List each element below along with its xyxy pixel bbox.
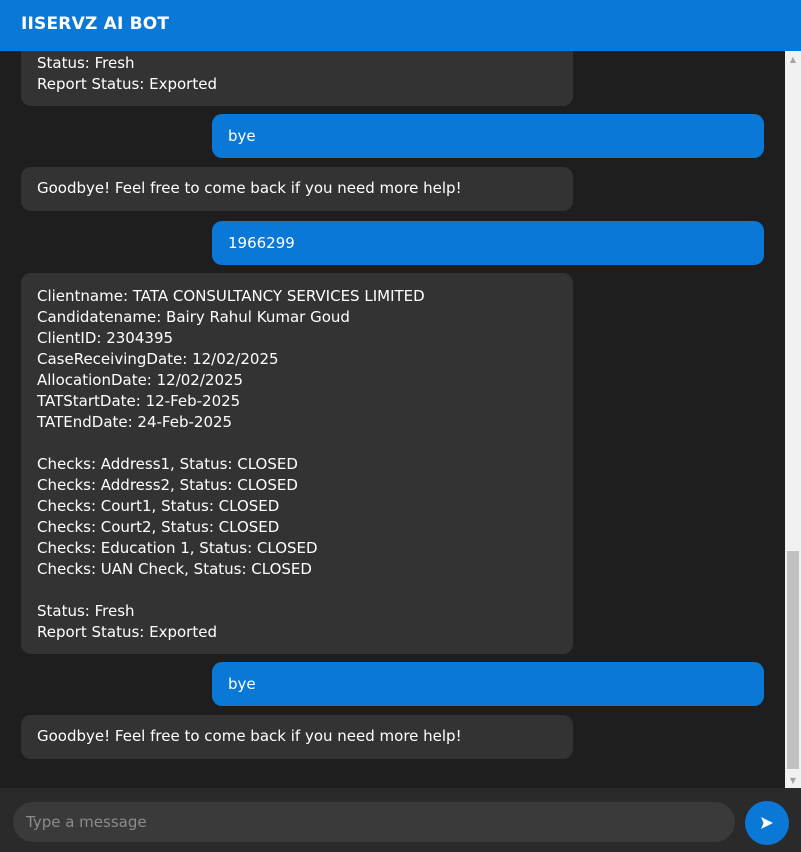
scroll-down-arrow-icon[interactable]: ▼ (785, 772, 801, 788)
send-arrow-icon (761, 817, 773, 829)
app-title: IISERVZ AI BOT (21, 14, 170, 34)
app-header: IISERVZ AI BOT (0, 0, 801, 51)
bot-message: Status: Fresh Report Status: Exported (21, 51, 573, 106)
chat-messages[interactable]: Status: Fresh Report Status: Exported by… (0, 51, 801, 788)
user-message: 1966299 (212, 221, 764, 265)
message-input[interactable] (13, 802, 735, 842)
bot-message: Clientname: TATA CONSULTANCY SERVICES LI… (21, 273, 573, 654)
chat-scrollbar[interactable]: ▲ ▼ (785, 51, 801, 788)
scrollbar-thumb[interactable] (787, 551, 799, 769)
bot-message: Goodbye! Feel free to come back if you n… (21, 167, 573, 211)
user-message: bye (212, 662, 764, 706)
user-message: bye (212, 114, 764, 158)
scroll-up-arrow-icon[interactable]: ▲ (785, 51, 801, 67)
bot-message: Goodbye! Feel free to come back if you n… (21, 715, 573, 759)
send-button[interactable] (745, 801, 789, 845)
composer-bar (0, 788, 801, 852)
